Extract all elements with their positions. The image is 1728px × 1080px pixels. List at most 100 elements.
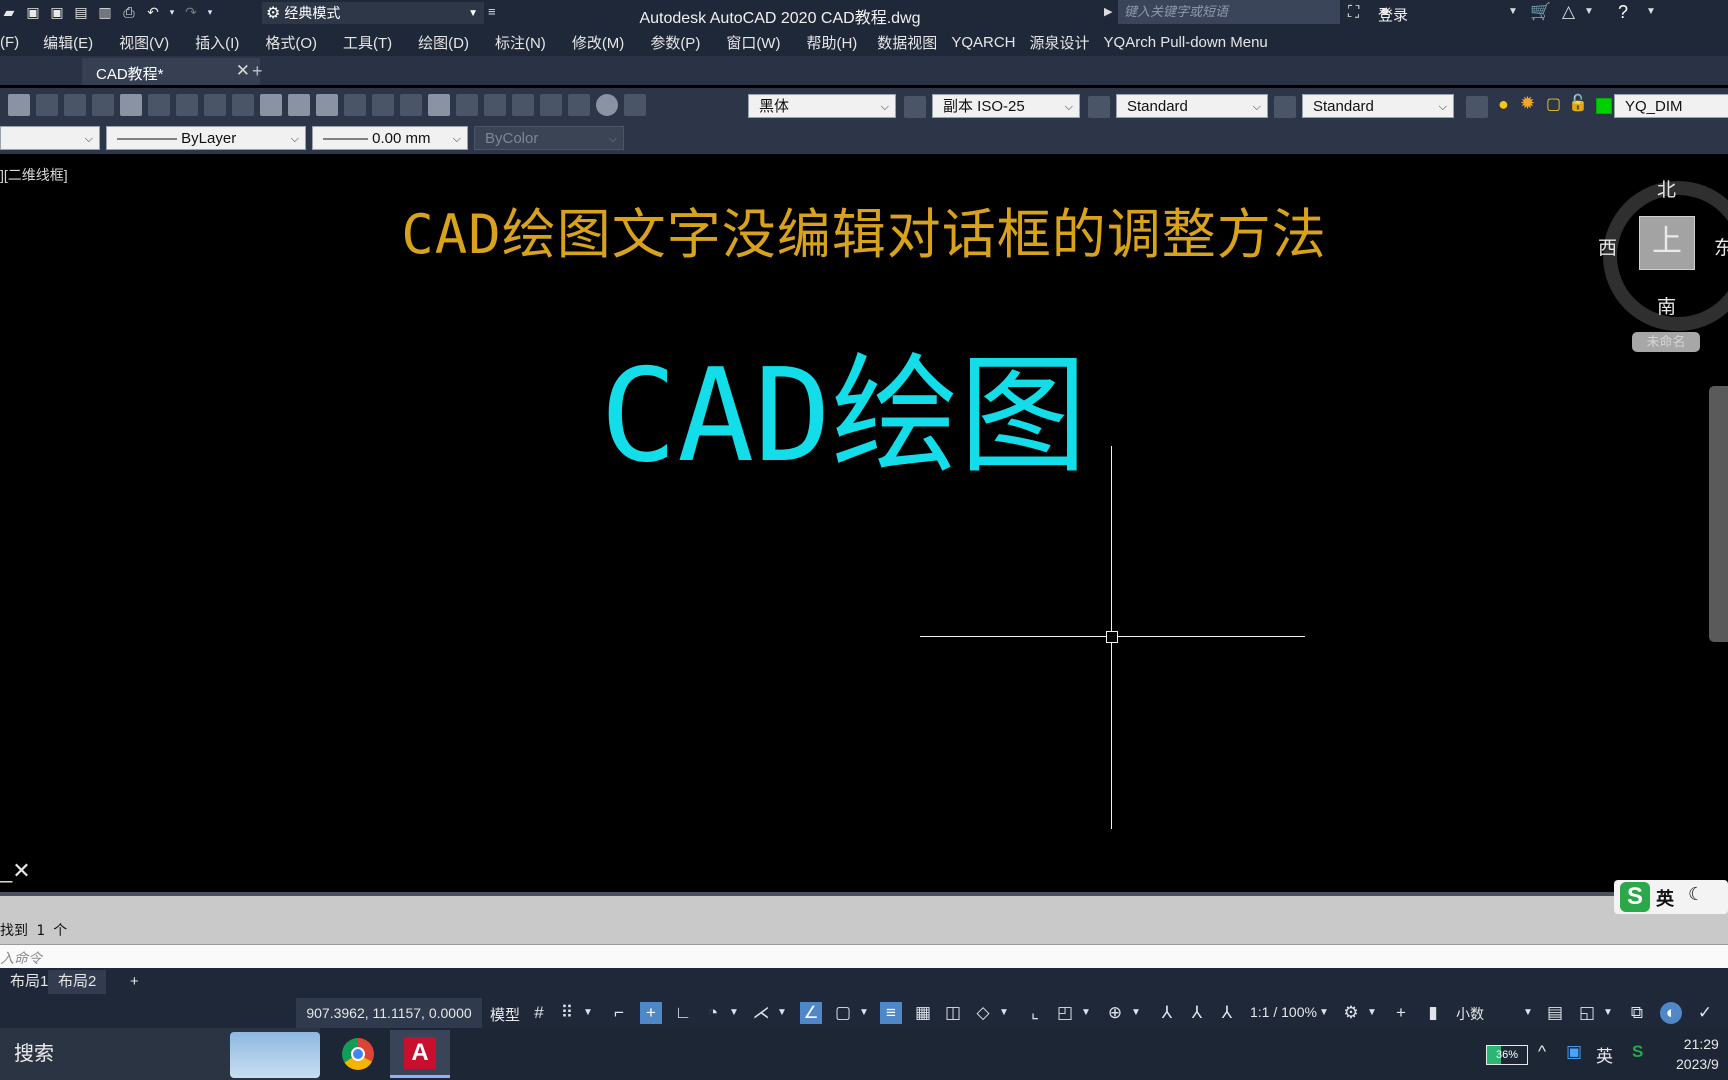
- lock-ui-icon[interactable]: ◱: [1576, 1002, 1598, 1024]
- redo-icon[interactable]: ↷: [182, 3, 200, 21]
- units-dropdown-icon[interactable]: ▼: [1522, 1002, 1534, 1024]
- compass-east[interactable]: 东: [1714, 233, 1728, 260]
- menu-item-yqarch[interactable]: YQARCH: [951, 34, 1015, 51]
- save-icon[interactable]: ▣: [24, 3, 42, 21]
- menu-item-window[interactable]: 窗口(W): [726, 32, 780, 53]
- zoom-realtime-icon[interactable]: [344, 94, 366, 116]
- export-icon[interactable]: ▤: [72, 3, 90, 21]
- transparency-icon[interactable]: ▦: [912, 1002, 934, 1024]
- units-value[interactable]: 小数: [1456, 1004, 1484, 1024]
- zoom-previous-icon[interactable]: [400, 94, 422, 116]
- moon-icon[interactable]: ☾: [1688, 884, 1704, 905]
- grid-icon[interactable]: #: [528, 1002, 550, 1024]
- multileader-style-select[interactable]: Standard ⌵: [1302, 94, 1454, 118]
- properties-icon[interactable]: [428, 94, 450, 116]
- gizmo-icon[interactable]: ⊕: [1104, 1002, 1126, 1024]
- menu-item-format[interactable]: 格式(O): [265, 32, 317, 53]
- save-as-icon[interactable]: ▣: [48, 3, 66, 21]
- menu-item-help[interactable]: 帮助(H): [806, 32, 857, 53]
- copy-icon[interactable]: [148, 94, 170, 116]
- compass-north[interactable]: 北: [1657, 175, 1676, 202]
- a360-dropdown-icon[interactable]: ▼: [1584, 6, 1594, 17]
- dim-style-select[interactable]: 副本 ISO-25 ⌵: [932, 94, 1080, 118]
- dim-style-icon[interactable]: [904, 96, 926, 118]
- coordinates-display[interactable]: 907.3962, 11.1157, 0.0000: [296, 998, 482, 1028]
- command-input[interactable]: [0, 944, 1728, 970]
- tray-ime-mode[interactable]: 英: [1596, 1042, 1613, 1067]
- cart-icon[interactable]: 🛒: [1530, 2, 1551, 22]
- menu-item-data-view[interactable]: 数据视图: [877, 32, 937, 53]
- selection-cycling-icon[interactable]: ◫: [942, 1002, 964, 1024]
- graphics-performance-icon[interactable]: ◐: [1660, 1002, 1682, 1024]
- annotation-visibility-icon[interactable]: ⅄: [1156, 1002, 1178, 1024]
- login-dropdown-icon[interactable]: ▼: [1508, 6, 1518, 17]
- viewport-controls-label[interactable]: ][二维线框]: [0, 165, 68, 185]
- system-clock[interactable]: 21:29 2023/9: [1676, 1034, 1719, 1074]
- plot-preview-icon[interactable]: [36, 94, 58, 116]
- dynamic-input-icon[interactable]: +: [640, 1002, 662, 1024]
- search-input[interactable]: 键入关键字或短语: [1118, 0, 1340, 24]
- menu-item-yuanquan[interactable]: 源泉设计: [1030, 32, 1090, 53]
- menu-item-view[interactable]: 视图(V): [119, 32, 169, 53]
- close-icon[interactable]: ✕: [236, 61, 250, 81]
- menu-item-yqarch-pulldown[interactable]: YQArch Pull-down Menu: [1104, 34, 1268, 51]
- undo-icon[interactable]: [260, 94, 282, 116]
- publish-icon[interactable]: [64, 94, 86, 116]
- selection-filter-icon[interactable]: ◰: [1054, 1002, 1076, 1024]
- clean-screen-icon[interactable]: ✓: [1694, 1002, 1716, 1024]
- ucs-menu[interactable]: 未命名: [1632, 332, 1700, 352]
- viewport-freeze-icon[interactable]: ▢: [1546, 94, 1561, 114]
- polar-tracking-icon[interactable]: ◔: [702, 1002, 724, 1024]
- gizmo-dropdown-icon[interactable]: ▼: [1130, 1002, 1142, 1024]
- redo-icon[interactable]: [288, 94, 310, 116]
- binoculars-icon[interactable]: ⛶: [1348, 4, 1359, 22]
- lineweight-icon[interactable]: ≡: [880, 1002, 902, 1024]
- layer-properties-icon[interactable]: [1466, 96, 1488, 118]
- publish-icon[interactable]: ▥: [96, 3, 114, 21]
- tab-layout2[interactable]: 布局2: [48, 970, 107, 994]
- menu-item-draw[interactable]: 绘图(D): [418, 32, 469, 53]
- paste-icon[interactable]: [176, 94, 198, 116]
- zoom-window-icon[interactable]: [372, 94, 394, 116]
- annotation-scale-icon[interactable]: ⅄: [1216, 1002, 1238, 1024]
- 3d-print-icon[interactable]: [92, 94, 114, 116]
- battery-indicator[interactable]: 36%: [1486, 1045, 1528, 1065]
- cut-icon[interactable]: [120, 94, 142, 116]
- help-dropdown-icon[interactable]: ▼: [1646, 6, 1656, 17]
- undo-icon[interactable]: ↶: [144, 3, 162, 21]
- a360-icon[interactable]: △: [1562, 2, 1575, 22]
- markup-icon[interactable]: [540, 94, 562, 116]
- security-icon[interactable]: ▣: [1566, 1042, 1582, 1062]
- undo-dropdown-icon[interactable]: ▾: [168, 3, 176, 21]
- match-properties-icon[interactable]: [204, 94, 226, 116]
- menu-item-file[interactable]: (F): [0, 34, 19, 51]
- osnap-dropdown-icon[interactable]: ▼: [858, 1002, 870, 1024]
- print-icon[interactable]: ⎙: [120, 3, 138, 21]
- lightbulb-icon[interactable]: ●: [1498, 94, 1509, 115]
- filter-dropdown-icon[interactable]: ▼: [1080, 1002, 1092, 1024]
- text-style-icon[interactable]: [624, 94, 646, 116]
- polar-dropdown-icon[interactable]: ▼: [728, 1002, 740, 1024]
- isolate-objects-icon[interactable]: ⧉: [1626, 1002, 1648, 1024]
- menu-item-dimension[interactable]: 标注(N): [495, 32, 546, 53]
- multileader-style-icon[interactable]: [1274, 96, 1296, 118]
- sun-icon[interactable]: ✹: [1520, 93, 1535, 114]
- sogou-tray-icon[interactable]: S: [1632, 1042, 1643, 1062]
- color-select[interactable]: ⌵: [0, 126, 100, 150]
- print-icon[interactable]: [8, 94, 30, 116]
- ime-toolbar[interactable]: S 英 ☾: [1614, 880, 1728, 914]
- redo-dropdown-icon[interactable]: ▾: [206, 3, 214, 21]
- play-icon[interactable]: ▶: [1104, 5, 1112, 18]
- menu-item-insert[interactable]: 插入(I): [195, 32, 239, 53]
- workspace-dropdown-icon[interactable]: ▼: [1366, 1002, 1378, 1024]
- scale-dropdown-icon[interactable]: ▼: [1318, 1002, 1330, 1024]
- block-editor-icon[interactable]: [232, 94, 254, 116]
- auto-scale-icon[interactable]: ⅄: [1186, 1002, 1208, 1024]
- 3d-osnap-icon[interactable]: ◇: [972, 1002, 994, 1024]
- dynamic-ucs-icon[interactable]: ⌞: [1024, 1002, 1046, 1024]
- menu-item-edit[interactable]: 编辑(E): [43, 32, 93, 53]
- layer-select[interactable]: YQ_DIM: [1614, 94, 1728, 118]
- help-icon[interactable]: [596, 94, 618, 116]
- snap-icon[interactable]: ⠿: [556, 1002, 578, 1024]
- table-style-icon[interactable]: [1088, 96, 1110, 118]
